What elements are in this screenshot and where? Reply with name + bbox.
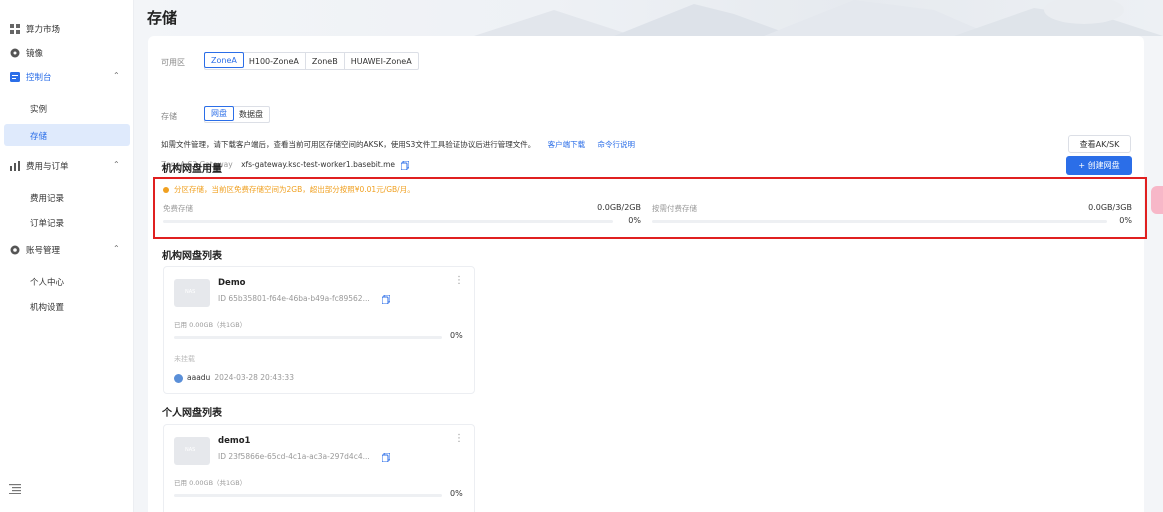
copy-icon[interactable] (382, 294, 391, 304)
disk-name: Demo (218, 278, 246, 288)
paid-storage-progress (652, 220, 1107, 223)
cli-guide-link[interactable]: 命令行说明 (598, 140, 636, 149)
page-title: 存储 (147, 9, 178, 27)
sidebar-item-label: 机构设置 (30, 303, 65, 313)
gear-icon (10, 245, 20, 255)
avatar (174, 373, 183, 383)
disk-owner: aaadu 2024-03-28 20:43:33 (174, 373, 294, 383)
org-disk-list-title: 机构网盘列表 (162, 251, 222, 262)
zone-selector: ZoneA H100-ZoneA ZoneB HUAWEI-ZoneA (204, 52, 419, 70)
collapse-menu-icon[interactable] (9, 484, 21, 494)
disk-usage-progress (174, 336, 442, 339)
sidebar-item-label: 订单记录 (30, 219, 65, 229)
disk-used: 已用 0.00GB（共1GB） (174, 479, 247, 487)
sidebar-item-console[interactable]: 控制台 ⌃ (0, 66, 134, 88)
console-icon (10, 72, 20, 82)
sidebar-item-account[interactable]: 账号管理 ⌃ (0, 239, 134, 261)
sidebar-item-label: 费用记录 (30, 194, 65, 204)
free-storage-percent: 0% (628, 216, 641, 225)
sidebar-item-order-records[interactable]: 订单记录 (0, 211, 134, 233)
warning-dot-icon (163, 187, 169, 193)
paid-storage-label: 按需付费存储 (652, 204, 697, 213)
disk-usage-percent: 0% (450, 489, 463, 498)
disk-created-time: 2024-03-28 20:43:33 (214, 373, 294, 382)
copy-icon[interactable] (401, 160, 410, 170)
sidebar-item-org-settings[interactable]: 机构设置 (0, 295, 134, 317)
disk-id-text: ID 65b35801-f64e-46ba-b49a-fc89562... (218, 294, 370, 303)
sidebar-item-label: 镜像 (26, 49, 44, 59)
disk-thumbnail: NAS (174, 437, 210, 465)
paid-storage-percent: 0% (1119, 216, 1132, 225)
sidebar-item-images[interactable]: 镜像 (0, 42, 134, 64)
sidebar-item-label: 控制台 (26, 73, 52, 83)
disk-name: demo1 (218, 436, 251, 446)
zone-label: 可用区 (161, 58, 185, 67)
disk-owner-name: aaadu (187, 373, 211, 382)
personal-disk-list-title: 个人网盘列表 (162, 408, 222, 419)
sidebar-item-label: 费用与订单 (26, 162, 69, 172)
zone-option-zoneb[interactable]: ZoneB (306, 53, 345, 69)
sidebar: 算力市场 镜像 控制台 ⌃ 实例 存储 费用与订单 ⌃ 费用记录 订单记录 账号… (0, 0, 134, 512)
chevron-up-icon[interactable]: ⌃ (113, 244, 120, 253)
disk-card-demo[interactable]: NAS Demo ID 65b35801-f64e-46ba-b49a-fc89… (163, 266, 475, 394)
disk-id: ID 23f5866e-65cd-4c1a-ac3a-297d4c4... (218, 452, 391, 462)
disk-usage-percent: 0% (450, 331, 463, 340)
disk-id-text: ID 23f5866e-65cd-4c1a-ac3a-297d4c4... (218, 452, 370, 461)
free-storage-progress (163, 220, 613, 223)
storage-warning-text: 分区存储，当前区免费存储空间为2GB，超出部分按照¥0.01元/GB/月。 (174, 185, 415, 194)
sidebar-item-label: 算力市场 (26, 25, 61, 35)
sidebar-item-label: 账号管理 (26, 246, 61, 256)
sidebar-item-label: 个人中心 (30, 278, 65, 288)
disk-thumbnail-label: NAS (185, 447, 196, 453)
paid-storage-amount: 0.0GB/3GB (1088, 203, 1132, 212)
disc-icon (10, 48, 20, 58)
zone-option-h100-zonea[interactable]: H100-ZoneA (243, 53, 306, 69)
disk-mount-status: 未挂载 (174, 355, 195, 363)
zone-option-huawei-zonea[interactable]: HUAWEI-ZoneA (345, 53, 418, 69)
zone-option-zonea[interactable]: ZoneA (204, 52, 244, 68)
free-storage-amount: 0.0GB/2GB (597, 203, 641, 212)
storage-option-netdisk[interactable]: 网盘 (204, 106, 234, 121)
sidebar-item-fee-records[interactable]: 费用记录 (0, 186, 134, 208)
page-header: 存储 (134, 0, 1163, 36)
free-storage-usage: 免费存储 0.0GB/2GB 0% (163, 203, 641, 233)
sidebar-item-label: 存储 (30, 132, 48, 142)
grid-icon (10, 24, 20, 34)
storage-type-label: 存储 (161, 112, 177, 121)
more-options-icon[interactable]: ⋮ (454, 275, 464, 286)
more-options-icon[interactable]: ⋮ (454, 433, 464, 444)
storage-option-datadisk[interactable]: 数据盘 (233, 107, 269, 122)
disk-id: ID 65b35801-f64e-46ba-b49a-fc89562... (218, 294, 391, 304)
chevron-up-icon[interactable]: ⌃ (113, 71, 120, 80)
org-usage-title: 机构网盘用量 (162, 164, 222, 175)
copy-icon[interactable] (382, 452, 391, 462)
paid-storage-usage: 按需付费存储 0.0GB/3GB 0% (652, 203, 1132, 233)
storage-warning: 分区存储，当前区免费存储空间为2GB，超出部分按照¥0.01元/GB/月。 (163, 184, 415, 195)
notice-text: 如需文件管理，请下载客户端后，查看当前可用区存储空间的AKSK，使用S3文件工具… (161, 139, 635, 150)
create-disk-button[interactable]: + 创建网盘 (1066, 156, 1132, 175)
disk-usage-progress (174, 494, 442, 497)
floating-helper-tab[interactable] (1151, 186, 1163, 214)
disk-card-demo1[interactable]: NAS demo1 ID 23f5866e-65cd-4c1a-ac3a-297… (163, 424, 475, 512)
disk-used: 已用 0.00GB（共1GB） (174, 321, 247, 329)
storage-type-selector: 网盘 数据盘 (204, 106, 270, 123)
header-decoration-image (474, 0, 1163, 36)
notice-body: 如需文件管理，请下载客户端后，查看当前可用区存储空间的AKSK，使用S3文件工具… (161, 140, 536, 149)
sidebar-item-instances[interactable]: 实例 (0, 97, 134, 119)
sidebar-item-personal-center[interactable]: 个人中心 (0, 270, 134, 292)
sidebar-item-label: 实例 (30, 105, 48, 115)
view-aksk-button[interactable]: 查看AK/SK (1068, 135, 1131, 153)
sidebar-item-storage[interactable]: 存储 (4, 124, 130, 146)
sidebar-item-billing[interactable]: 费用与订单 ⌃ (0, 155, 134, 177)
org-usage-panel: 分区存储，当前区免费存储空间为2GB，超出部分按照¥0.01元/GB/月。 免费… (153, 177, 1147, 239)
gateway-value: xfs-gateway.ksc-test-worker1.basebit.me (241, 160, 396, 169)
chart-icon (10, 161, 20, 171)
chevron-up-icon[interactable]: ⌃ (113, 160, 120, 169)
client-download-link[interactable]: 客户端下载 (548, 140, 586, 149)
sidebar-item-compute-market[interactable]: 算力市场 (0, 18, 134, 40)
free-storage-label: 免费存储 (163, 204, 193, 213)
disk-thumbnail: NAS (174, 279, 210, 307)
disk-thumbnail-label: NAS (185, 289, 196, 295)
